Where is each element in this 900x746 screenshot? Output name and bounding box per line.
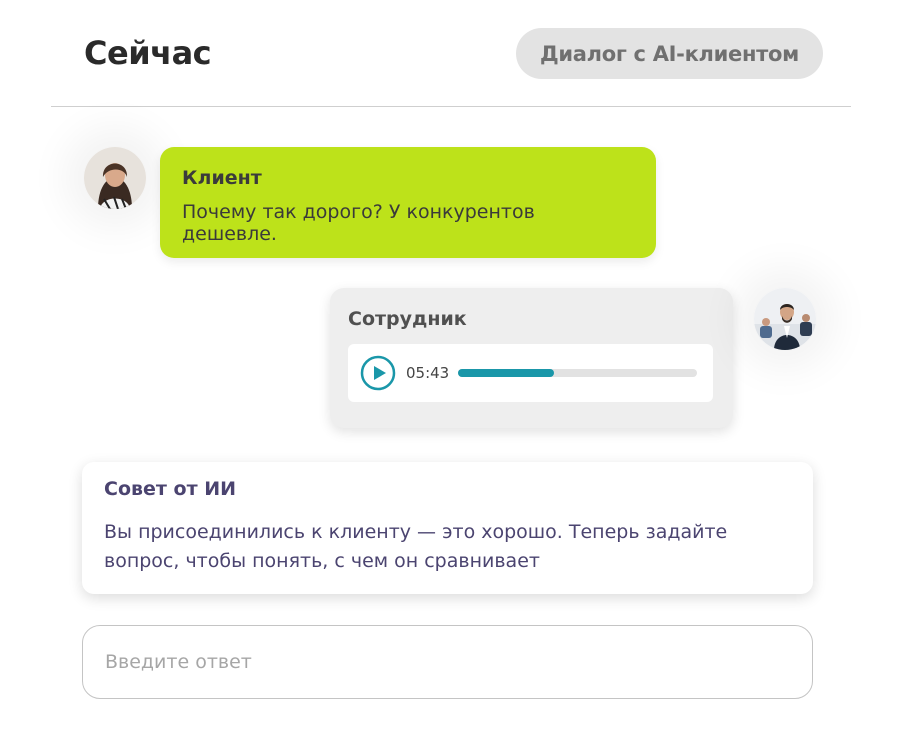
client-avatar	[84, 147, 146, 209]
client-message-text: Почему так дорого? У конкурентов дешевле…	[182, 201, 535, 245]
client-message: Клиент Почему так дорого? У конкурентов …	[160, 147, 656, 258]
employee-avatar	[754, 288, 816, 350]
play-circle-icon[interactable]	[360, 355, 396, 391]
mode-badge[interactable]: Диалог с AI-клиентом	[516, 28, 823, 79]
ai-tip-text: Вы присоединились к клиенту — это хорошо…	[104, 521, 728, 572]
page-title: Сейчас	[84, 34, 212, 72]
answer-input[interactable]	[82, 625, 813, 699]
audio-duration: 05:43	[406, 364, 450, 382]
audio-progress-track[interactable]	[458, 369, 697, 377]
employee-message: Сотрудник 05:43	[330, 288, 733, 428]
ai-tip-title: Совет от ИИ	[104, 478, 237, 500]
audio-player: 05:43	[348, 344, 713, 402]
ai-tip-card: Совет от ИИ Вы присоединились к клиенту …	[82, 462, 813, 594]
header-divider	[51, 106, 851, 107]
client-author-label: Клиент	[182, 167, 262, 189]
audio-progress-fill	[458, 369, 554, 377]
employee-author-label: Сотрудник	[348, 308, 467, 330]
dialog-page: Сейчас Диалог с AI-клиентом Клиент Почем…	[0, 0, 900, 746]
